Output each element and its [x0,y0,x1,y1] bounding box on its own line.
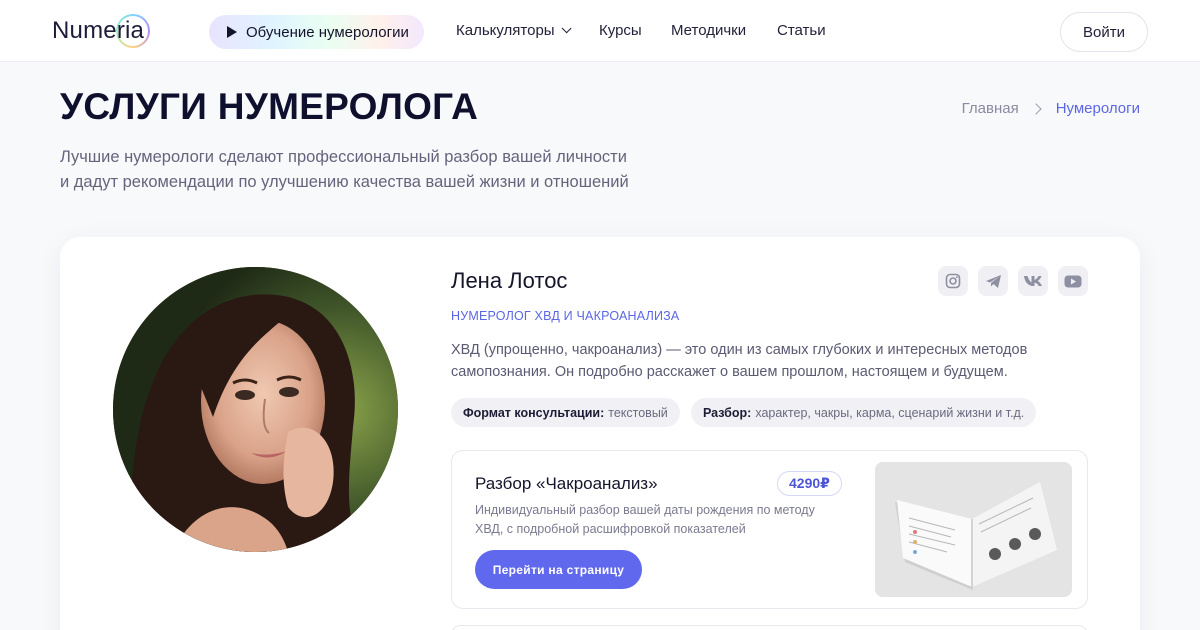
site-header: Numeria Обучение нумерологии Калькулятор… [0,0,1200,62]
nav-calculators-label: Калькуляторы [456,22,555,39]
format-chip: Формат консультации: текстовый [451,398,680,427]
specialist-name: Лена Лотос [451,268,568,293]
chevron-down-icon [561,23,572,34]
booklet-image [875,462,1072,597]
page-title: УСЛУГИ НУМЕРОЛОГА [60,86,479,127]
learn-numerology-label: Обучение нумерологии [246,23,409,41]
nav-calculators[interactable]: Калькуляторы [456,22,572,39]
instagram-icon[interactable] [938,266,968,296]
login-button[interactable]: Войти [1060,12,1148,52]
logo-text[interactable]: Numeria [52,17,144,45]
social-links [938,266,1088,296]
nav-courses[interactable]: Курсы [599,22,642,39]
service-card-2 [451,625,1088,630]
nav-manuals-label: Методички [671,22,747,39]
specialist-avatar [113,267,398,552]
intro-line-1: Лучшие нумерологи сделают профессиональн… [60,148,627,166]
service-description: Индивидуальный разбор вашей даты рождени… [475,501,855,539]
nav-courses-label: Курсы [599,22,642,39]
breadcrumb-home[interactable]: Главная [962,100,1019,117]
format-value: текстовый [608,405,668,420]
vk-icon[interactable] [1018,266,1048,296]
logo[interactable]: Numeria [52,14,149,48]
service-desc-line-2: ХВД, с подробной расшифровкой показателе… [475,522,746,536]
description-line-2: самопознания. Он подробно расскажет о ва… [451,364,1008,380]
specialist-description: ХВД (упрощенно, чакроанализ) — это один … [451,339,1071,383]
breadcrumb-current[interactable]: Нумерологи [1056,100,1140,117]
chevron-right-icon [1030,102,1042,115]
analysis-label: Разбор: [703,405,752,420]
go-to-page-button[interactable]: Перейти на страницу [475,550,642,589]
description-line-1: ХВД (упрощенно, чакроанализ) — это один … [451,342,1028,358]
specialist-role: НУМЕРОЛОГ ХВД И ЧАКРОАНАЛИЗА [451,309,680,323]
analysis-value: характер, чакры, карма, сценарий жизни и… [755,405,1025,420]
page-intro: Лучшие нумерологи сделают профессиональн… [60,145,680,195]
telegram-icon[interactable] [978,266,1008,296]
breadcrumb: Главная Нумерологи [962,100,1140,117]
price-badge: 4290₽ [777,471,842,496]
format-label: Формат консультации: [463,405,605,420]
nav-manuals[interactable]: Методички [671,22,746,39]
service-title: Разбор «Чакроанализ» [475,474,658,493]
play-icon [227,26,237,38]
nav-articles-label: Статьи [777,22,826,39]
youtube-icon[interactable] [1058,266,1088,296]
nav-articles[interactable]: Статьи [777,22,826,39]
intro-line-2: и дадут рекомендации по улучшению качест… [60,173,629,191]
analysis-chip: Разбор: характер, чакры, карма, сценарий… [691,398,1037,427]
learn-numerology-button[interactable]: Обучение нумерологии [209,15,424,49]
service-desc-line-1: Индивидуальный разбор вашей даты рождени… [475,503,815,517]
